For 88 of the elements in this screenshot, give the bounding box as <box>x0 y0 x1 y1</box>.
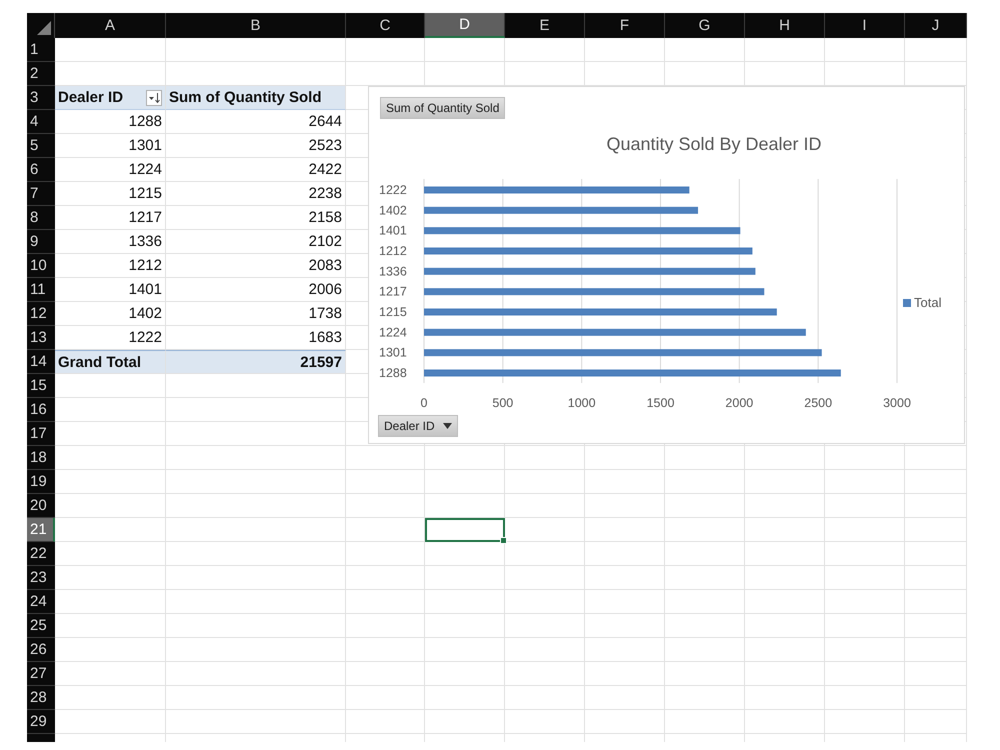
row-header[interactable]: 28 <box>27 686 55 710</box>
category-label: 1301 <box>379 346 407 360</box>
table-cell: 2083 <box>166 254 346 278</box>
row-header[interactable]: 17 <box>27 422 55 446</box>
column-header[interactable]: C <box>346 13 425 38</box>
row-header[interactable]: 9 <box>27 230 55 254</box>
axis-tick-label: 0 <box>420 396 428 410</box>
category-label: 1224 <box>379 325 407 340</box>
column-header[interactable]: H <box>745 13 825 38</box>
row-header[interactable]: 11 <box>27 278 55 302</box>
row-header[interactable]: 25 <box>27 614 55 638</box>
row-header[interactable]: 6 <box>27 158 55 182</box>
axis-tick-label: 500 <box>492 396 514 410</box>
row-header[interactable]: 2 <box>27 62 55 86</box>
table-cell: 2644 <box>166 110 346 134</box>
row-header[interactable]: 1 <box>27 38 55 62</box>
table-cell: 1401 <box>55 278 166 302</box>
row-header[interactable]: 21 <box>27 518 55 542</box>
column-header[interactable]: G <box>665 13 745 38</box>
table-cell: 2006 <box>166 278 346 302</box>
sort-filter-button[interactable] <box>146 90 162 106</box>
table-cell: 1224 <box>55 158 166 182</box>
axis-tick-label: 1500 <box>646 396 674 410</box>
chart-title: Quantity Sold By Dealer ID <box>605 134 823 155</box>
grand-total-cell: 21597 <box>166 350 346 374</box>
legend-label: Total <box>914 295 942 310</box>
table-cell: 2158 <box>166 206 346 230</box>
row-header[interactable]: 10 <box>27 254 55 278</box>
row-header[interactable]: 4 <box>27 110 55 134</box>
table-cell: 1301 <box>55 134 166 158</box>
row-header[interactable]: 14 <box>27 350 55 374</box>
category-label: 1288 <box>379 366 407 380</box>
table-cell: 1402 <box>55 302 166 326</box>
row-header[interactable]: 29 <box>27 710 55 734</box>
axis-tick-label: 2000 <box>725 396 754 410</box>
table-cell: 1215 <box>55 182 166 206</box>
column-header[interactable]: F <box>585 13 665 38</box>
column-header[interactable]: E <box>505 13 585 38</box>
pivot-column-label: Sum of Quantity Sold <box>169 89 322 106</box>
row-header[interactable]: 5 <box>27 134 55 158</box>
row-header[interactable]: 19 <box>27 470 55 494</box>
table-cell: 1212 <box>55 254 166 278</box>
active-cell[interactable] <box>425 518 505 542</box>
grand-total-cell: Grand Total <box>55 350 166 374</box>
category-label: 1222 <box>379 183 407 197</box>
axis-tick-label: 2500 <box>804 396 832 410</box>
row-header[interactable]: 3 <box>27 86 55 110</box>
row-header[interactable]: 16 <box>27 398 55 422</box>
table-cell: 2102 <box>166 230 346 254</box>
row-header[interactable]: 8 <box>27 206 55 230</box>
row-header[interactable]: 20 <box>27 494 55 518</box>
field-button[interactable]: Dealer ID <box>378 415 458 437</box>
axis-tick-label: 3000 <box>883 396 911 410</box>
table-cell: 2422 <box>166 158 346 182</box>
column-header[interactable]: I <box>825 13 905 38</box>
category-label: 1217 <box>379 284 407 299</box>
category-label: 1336 <box>379 264 407 278</box>
row-header[interactable]: 26 <box>27 638 55 662</box>
pivot-column-label: Dealer ID <box>58 89 124 106</box>
column-header[interactable]: J <box>905 13 967 38</box>
category-label: 1402 <box>379 203 407 218</box>
table-cell: 1738 <box>166 302 346 326</box>
field-button[interactable]: Sum of Quantity Sold <box>380 97 506 119</box>
chart-area[interactable]: Sum of Quantity Sold Quantity Sold By Dealer ID 0 500 1000 1500 2000 2500 3000 1222 1402 1401 1212 1336 1217 1215 1224 1301 1288 Total Dealer ID <box>368 86 965 444</box>
category-label: 1215 <box>379 305 407 319</box>
row-header[interactable]: 12 <box>27 302 55 326</box>
table-cell: 1288 <box>55 110 166 134</box>
column-header[interactable]: A <box>55 13 166 38</box>
row-header[interactable]: 7 <box>27 182 55 206</box>
category-label: 1212 <box>379 244 407 258</box>
row-header[interactable]: 23 <box>27 566 55 590</box>
row-header[interactable]: 18 <box>27 446 55 470</box>
category-label: 1401 <box>379 224 407 238</box>
select-all-corner[interactable] <box>27 13 55 38</box>
triangle-icon <box>37 21 51 35</box>
caret-icon <box>442 423 452 429</box>
axis-tick-label: 1000 <box>568 396 596 410</box>
table-cell: 1336 <box>55 230 166 254</box>
column-header[interactable]: B <box>166 13 346 38</box>
row-header[interactable]: 22 <box>27 542 55 566</box>
table-cell: 1217 <box>55 206 166 230</box>
row-header[interactable]: 15 <box>27 374 55 398</box>
row-header[interactable]: 13 <box>27 326 55 350</box>
row-header[interactable]: 24 <box>27 590 55 614</box>
table-cell: 2238 <box>166 182 346 206</box>
column-header[interactable]: D <box>425 13 505 38</box>
table-cell: 2523 <box>166 134 346 158</box>
row-header[interactable]: 27 <box>27 662 55 686</box>
